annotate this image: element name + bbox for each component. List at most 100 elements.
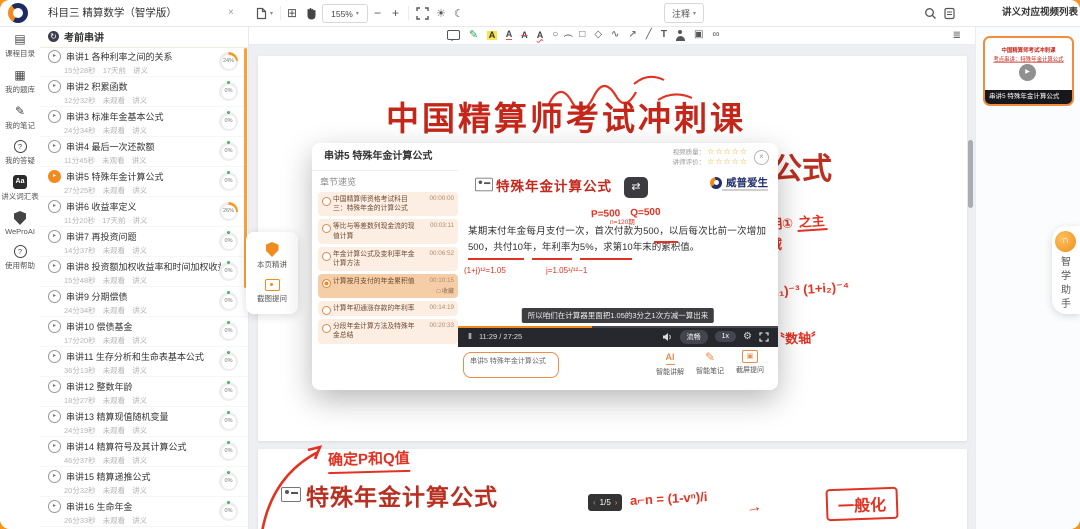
lecture-item[interactable]: ▸串讲4 最后一次还款额11分45秒未观看讲义0% [40,137,248,167]
ellipse-icon[interactable]: ○ [552,30,558,40]
lecture-handout-link[interactable]: 讲义 [132,245,147,256]
lecture-handout-link[interactable]: 讲义 [132,365,147,376]
chapter-radio-icon[interactable] [322,252,331,261]
study-assistant-button[interactable]: ∩ 智学助手 [1052,226,1080,314]
fullscreen-icon[interactable] [759,332,769,342]
play-icon[interactable]: ▸ [48,470,61,483]
play-button-icon[interactable]: ▶ [1019,64,1036,81]
sidebar-nav-my-qa[interactable]: ?我的答疑 [5,140,35,166]
lecture-handout-link[interactable]: 讲义 [132,305,147,316]
play-icon[interactable]: ▸ [48,200,61,213]
chapter-item[interactable]: 计算年初通涨存款的年利率00:14:19 [318,301,458,316]
lecture-handout-link[interactable]: 讲义 [132,515,147,526]
polygon-icon[interactable]: ◇ [594,30,602,40]
lecture-item[interactable]: ▸串讲11 生存分析和生命表基本公式36分13秒未观看讲义0% [40,347,248,377]
chapter-radio-icon[interactable] [322,224,331,233]
player-close-icon[interactable]: × [754,150,769,165]
fit-screen-button[interactable] [416,0,429,26]
brightness-button[interactable]: ☀ [436,0,446,26]
play-icon[interactable]: ▸ [48,500,61,513]
thumbnails-button[interactable]: ⊞ [287,0,297,26]
ai-note-button[interactable]: ✎智能笔记 [696,350,724,377]
image-icon[interactable]: ▣ [694,30,703,40]
lecture-item[interactable]: ▸串讲3 标准年金基本公式24分34秒未观看讲义0% [40,107,248,137]
sidebar-nav-my-notes[interactable]: ✎我的笔记 [5,104,35,131]
hand-tool-button[interactable] [305,0,317,26]
chapter-tag[interactable]: □ 收藏 [421,286,454,295]
chapter-radio-icon[interactable] [322,197,331,206]
play-icon[interactable]: ▸ [48,50,61,63]
related-video-card[interactable]: 中国精算师考试冲刺课 考点串讲：特殊年金计算公式 ▶ 串讲5 特殊年金计算公式 [983,36,1074,106]
lecture-item[interactable]: ▸串讲16 生命年金26分33秒未观看讲义0% [40,497,248,527]
lecture-item[interactable]: ▸串讲12 整数年龄18分27秒未观看讲义0% [40,377,248,407]
screenshot-ask-button[interactable]: 截图提问 [257,279,287,304]
play-icon[interactable]: ▸ [48,440,61,453]
polyline-icon[interactable]: ∿ [611,30,619,40]
page-view-button[interactable]: ▾ [256,0,273,26]
play-icon[interactable]: ▸ [48,170,61,183]
strikeout-icon[interactable]: A [521,31,528,40]
quality-select[interactable]: 流畅 [680,330,708,344]
lecture-item[interactable]: ▸串讲14 精算符号及其计算公式46分37秒未观看讲义0% [40,437,248,467]
sidebar-nav-glossary[interactable]: Aa讲义词汇表 [1,175,39,202]
sidebar-nav-help[interactable]: ?使用帮助 [5,245,35,271]
lecture-item[interactable]: ▸串讲5 特殊年金计算公式27分25秒未观看讲义0% [40,167,248,197]
lecture-item[interactable]: ▸串讲10 偿债基金17分20秒未观看讲义0% [40,317,248,347]
zoom-out-button[interactable]: − [374,0,381,26]
stamp-icon[interactable] [676,30,685,41]
lecture-handout-link[interactable]: 讲义 [132,335,147,346]
sidebar-nav-question-bank[interactable]: ▦我的题库 [5,68,35,95]
arrow-icon[interactable]: ↗ [628,30,636,40]
link-icon[interactable]: ∞ [712,30,719,40]
video-screen[interactable]: 特殊年金计算公式 ⇄ 威普爱生 P=500 Q=500 n=120期 某期末付年… [458,170,778,347]
play-icon[interactable]: ▸ [48,410,61,423]
zoom-in-button[interactable]: + [392,0,399,26]
lecture-handout-link[interactable]: 讲义 [132,95,147,106]
lecture-item[interactable]: ▸串讲7 再投资问题14分37秒未观看讲义0% [40,227,248,257]
play-icon[interactable]: ▸ [48,230,61,243]
lecture-item[interactable]: ▸串讲8 投资额加权收益率和时间加权收益率15分48秒未观看讲义0% [40,257,248,287]
lecture-handout-link[interactable]: 讲义 [132,485,147,496]
play-icon[interactable]: ▸ [48,80,61,93]
view-switch-button[interactable]: ⇄ [624,177,648,198]
search-button[interactable] [924,0,937,26]
play-icon[interactable]: ▸ [48,320,61,333]
chapter-item[interactable]: 中国精算师资格考试科目三：特殊年金的计算公式00:00:00 [318,192,458,216]
lecture-note-box[interactable]: 串讲5 特殊年金计算公式 [463,352,559,378]
seek-bar[interactable] [458,326,778,328]
document-scrollbar-thumb[interactable] [968,140,973,208]
lecture-handout-link[interactable]: 讲义 [133,65,148,76]
pen-icon[interactable]: ✎ [469,30,478,41]
lecture-handout-link[interactable]: 讲义 [132,425,147,436]
chapter-radio-icon[interactable] [322,279,331,288]
play-icon[interactable]: ▸ [48,110,61,123]
sidebar-nav-course-catalog[interactable]: ▤课程目录 [5,32,35,59]
chapter-radio-icon[interactable] [322,324,331,333]
speed-select[interactable]: 1x [715,331,736,342]
chapter-item[interactable]: 等比与等差数列现金流的现值计算00:03:11 [318,219,458,243]
line-icon[interactable]: ╱ [646,30,652,40]
prev-page-icon[interactable]: ‹ [593,498,596,507]
text-icon[interactable]: T [661,30,667,40]
lecture-item[interactable]: ▸串讲6 收益率定义11分20秒17天前讲义26% [40,197,248,227]
lecture-handout-link[interactable]: 讲义 [132,215,147,226]
play-icon[interactable]: ▸ [48,290,61,303]
tab-close-icon[interactable]: × [228,0,234,26]
lecture-handout-link[interactable]: 讲义 [132,275,147,286]
comment-list-icon[interactable]: ≣ [953,26,961,44]
play-icon[interactable]: ▸ [48,350,61,363]
volume-icon[interactable] [662,332,673,342]
page-explain-button[interactable]: 本页精讲 [257,242,287,270]
chapter-item[interactable]: 分段年金计算方法及特殊年金总结00:20:33 [318,319,458,343]
squiggly-icon[interactable]: A [537,31,544,40]
zoom-level-select[interactable]: 155% ▾ [322,4,368,23]
pause-icon[interactable]: Ⅱ [468,332,472,341]
screenshot-question-button[interactable]: ▣截屏提问 [736,350,764,377]
underline-icon[interactable]: A [506,30,513,40]
lecture-item[interactable]: ▸串讲1 各种利率之间的关系15分28秒17天前讲义24% [40,47,248,77]
highlight-icon[interactable]: A [487,31,497,40]
lecture-handout-link[interactable]: 讲义 [132,185,147,196]
next-page-icon[interactable]: › [615,498,618,507]
lecture-handout-link[interactable]: 讲义 [132,395,147,406]
lecture-handout-link[interactable]: 讲义 [132,455,147,466]
